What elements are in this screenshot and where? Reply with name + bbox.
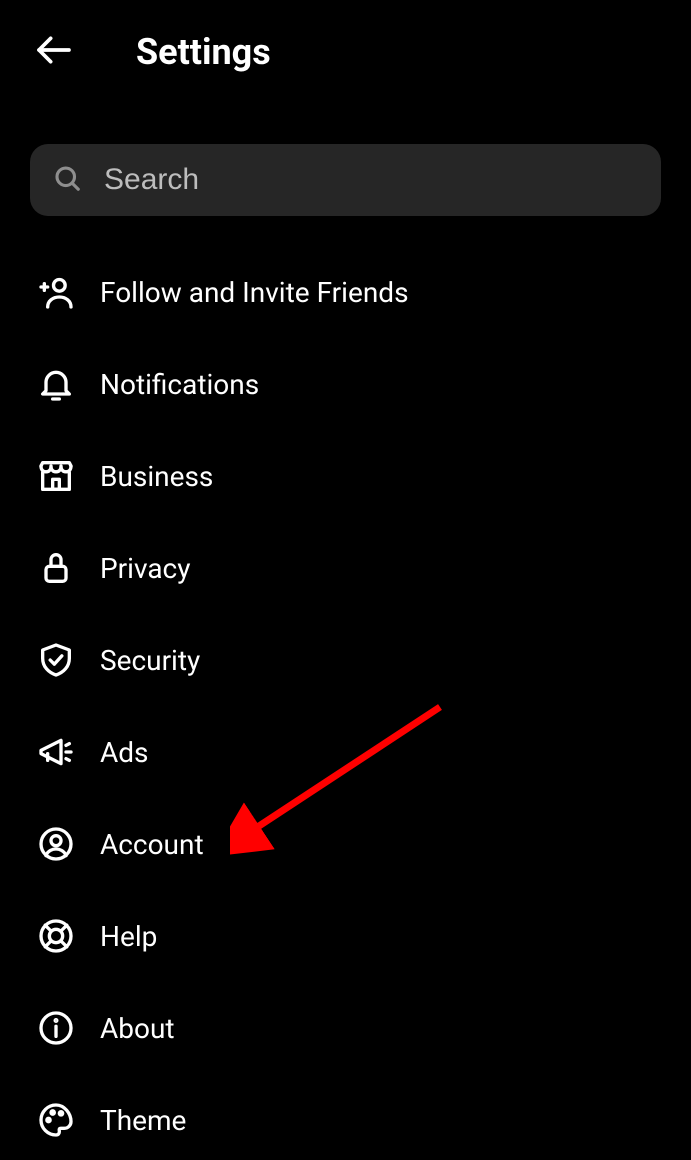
header: Settings xyxy=(0,0,691,96)
lock-icon xyxy=(34,546,78,590)
back-button[interactable] xyxy=(30,28,78,76)
menu-label: Ads xyxy=(100,736,149,769)
menu-label: Theme xyxy=(100,1104,186,1137)
menu-label: Notifications xyxy=(100,368,259,401)
info-icon xyxy=(34,1006,78,1050)
menu-item-account[interactable]: Account xyxy=(0,798,691,890)
menu-label: Account xyxy=(100,828,204,861)
arrow-left-icon xyxy=(34,30,74,74)
menu-item-notifications[interactable]: Notifications xyxy=(0,338,691,430)
menu-label: Security xyxy=(100,644,200,677)
menu-item-about[interactable]: About xyxy=(0,982,691,1074)
menu-label: About xyxy=(100,1012,175,1045)
menu-label: Business xyxy=(100,460,213,493)
search-bar[interactable] xyxy=(30,144,661,216)
page-title: Settings xyxy=(136,31,271,73)
menu-item-help[interactable]: Help xyxy=(0,890,691,982)
menu-item-follow-invite[interactable]: Follow and Invite Friends xyxy=(0,246,691,338)
bell-icon xyxy=(34,362,78,406)
palette-icon xyxy=(34,1098,78,1142)
search-input[interactable] xyxy=(104,163,639,197)
menu-label: Help xyxy=(100,920,157,953)
settings-menu: Follow and Invite Friends Notifications … xyxy=(0,246,691,1160)
user-circle-icon xyxy=(34,822,78,866)
storefront-icon xyxy=(34,454,78,498)
lifebuoy-icon xyxy=(34,914,78,958)
menu-label: Privacy xyxy=(100,552,190,585)
menu-item-ads[interactable]: Ads xyxy=(0,706,691,798)
megaphone-icon xyxy=(34,730,78,774)
person-add-icon xyxy=(34,270,78,314)
menu-item-theme[interactable]: Theme xyxy=(0,1074,691,1160)
menu-item-business[interactable]: Business xyxy=(0,430,691,522)
shield-check-icon xyxy=(34,638,78,682)
menu-label: Follow and Invite Friends xyxy=(100,276,409,309)
menu-item-privacy[interactable]: Privacy xyxy=(0,522,691,614)
search-icon xyxy=(52,163,82,197)
menu-item-security[interactable]: Security xyxy=(0,614,691,706)
